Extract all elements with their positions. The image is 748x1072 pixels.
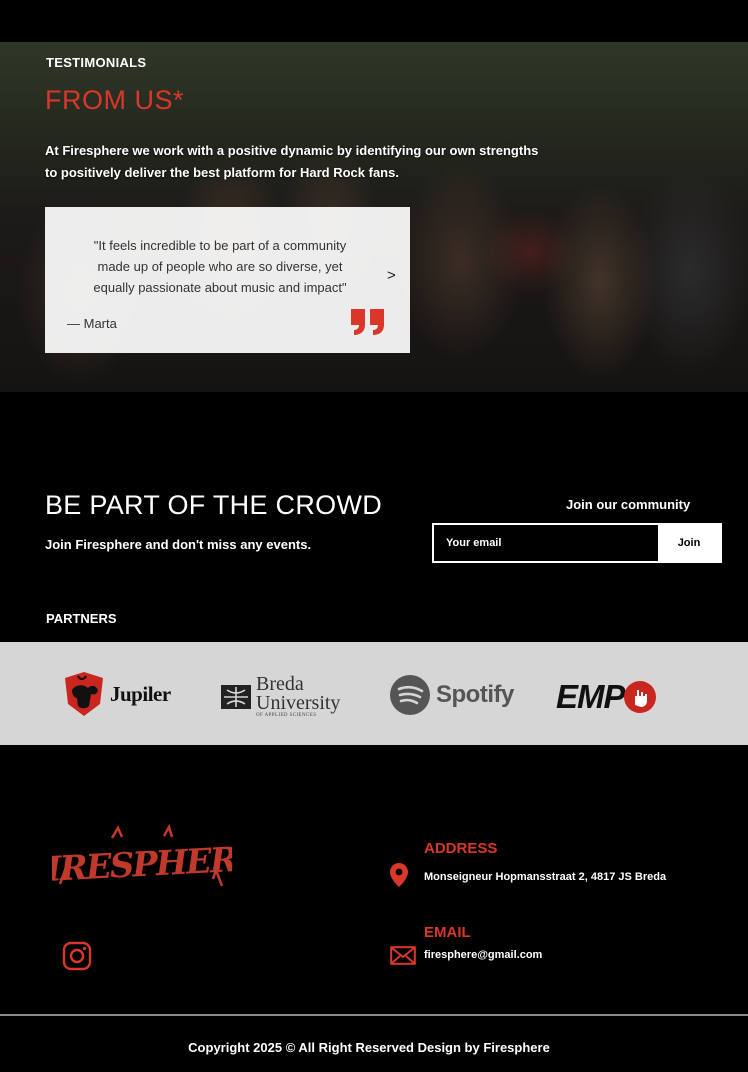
copyright-text: Copyright 2025 © All Right Reserved Desi…	[188, 1040, 550, 1055]
globe-icon	[221, 685, 251, 709]
quote-line-2: made up of people who are so diverse, ye…	[97, 259, 343, 274]
newsletter-subtitle: Join Firesphere and don't miss any event…	[45, 537, 312, 552]
email-value[interactable]: firesphere@gmail.com	[424, 949, 542, 961]
logo-text: FIRESPHERE	[52, 839, 232, 892]
instagram-icon[interactable]	[62, 941, 92, 971]
email-input[interactable]	[434, 525, 658, 561]
address-value: Monseigneur Hopmansstraat 2, 4817 JS Bre…	[424, 871, 667, 883]
partners-strip: Jupiler Breda University OF APPLIED SCIE…	[0, 642, 748, 745]
firesphere-logo: FIRESPHERE	[52, 824, 232, 892]
partner-breda-university[interactable]: Breda University OF APPLIED SCIENCES	[220, 674, 341, 719]
partner-jupiler[interactable]: Jupiler	[62, 668, 171, 720]
footer-divider	[0, 1014, 748, 1016]
partner-emp[interactable]: EMP	[556, 678, 657, 716]
breda-line-2: University	[256, 692, 341, 714]
join-community-label: Join our community	[566, 497, 691, 512]
location-pin-icon	[390, 863, 408, 887]
partner-jupiler-name: Jupiler	[110, 681, 171, 706]
partners-label: PARTNERS	[46, 611, 117, 626]
quote-icon	[351, 309, 384, 335]
testimonials-section: TESTIMONIALS FROM US* At Firesphere we w…	[0, 42, 748, 392]
newsletter-form: Join	[432, 523, 722, 563]
description-line-2: to positively deliver the best platform …	[45, 165, 399, 180]
hand-icon	[623, 681, 656, 713]
quote-line-1: "It feels incredible to be part of a com…	[93, 238, 347, 253]
spotify-icon	[390, 675, 430, 715]
envelope-icon	[390, 946, 416, 965]
partner-emp-name: EMP	[556, 678, 626, 715]
next-testimonial-button[interactable]: >	[387, 267, 396, 284]
join-button[interactable]: Join	[658, 525, 720, 561]
newsletter-title: BE PART OF THE CROWD	[45, 490, 383, 520]
testimonials-description: At Firesphere we work with a positive dy…	[45, 140, 645, 184]
testimonials-label: TESTIMONIALS	[46, 55, 147, 70]
email-label: EMAIL	[424, 924, 471, 941]
testimonial-card: "It feels incredible to be part of a com…	[45, 207, 410, 353]
testimonial-quote: "It feels incredible to be part of a com…	[55, 235, 385, 298]
testimonials-title: FROM US*	[45, 85, 184, 115]
description-line-1: At Firesphere we work with a positive dy…	[45, 143, 539, 158]
bull-icon	[65, 672, 103, 716]
partner-spotify[interactable]: Spotify	[389, 674, 514, 716]
testimonial-author: — Marta	[67, 316, 117, 331]
address-label: ADDRESS	[424, 840, 498, 857]
partner-spotify-name: Spotify	[436, 681, 514, 708]
quote-line-3: equally passionate about music and impac…	[93, 280, 347, 295]
